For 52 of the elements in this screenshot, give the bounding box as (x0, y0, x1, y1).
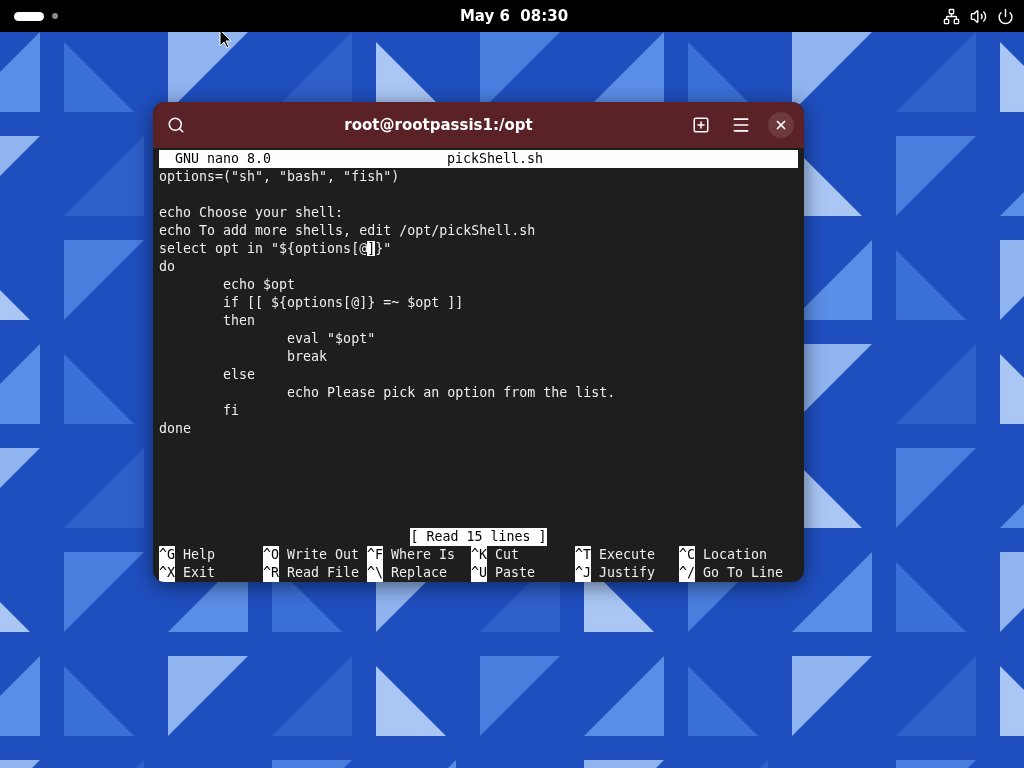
code-line: echo To add more shells, edit /opt/pickShell.sh (159, 223, 536, 238)
clock[interactable]: May 6 08:30 (459, 7, 569, 25)
shortcut-label: Write Out (287, 546, 360, 564)
code-line: echo $opt (222, 277, 296, 292)
shortcut-label: Go To Line (703, 564, 784, 582)
shortcut-key: ^\ (367, 564, 383, 582)
menu-icon (731, 115, 751, 135)
text-cursor: ] (367, 241, 376, 256)
status-message: [ Read 15 lines ] (410, 528, 547, 546)
search-icon (167, 116, 185, 134)
code-line: echo Please pick an option from the list. (286, 385, 616, 400)
code-line: options=("sh", "bash", "fish") (159, 169, 400, 184)
window-title: root@rootpassis1:/opt (343, 116, 534, 134)
close-icon (774, 118, 788, 132)
shortcut-key: ^O (263, 546, 279, 564)
close-button[interactable] (768, 112, 794, 138)
code-line: else (222, 367, 256, 382)
shortcut-key: ^F (367, 546, 383, 564)
shortcut-label: Cut (495, 546, 520, 564)
code-line: fi (222, 403, 240, 418)
shortcut-label: Read File (287, 564, 360, 582)
shortcut-label: Justify (599, 564, 656, 582)
shortcut-label: Help (183, 546, 216, 564)
code-line: do (159, 259, 175, 274)
shortcut-label: Location (703, 546, 768, 564)
code-line: done (159, 421, 192, 436)
plus-icon (692, 116, 710, 134)
network-icon[interactable] (943, 7, 960, 25)
shortcut-label: Where Is (391, 546, 456, 564)
power-icon[interactable] (997, 7, 1014, 25)
shortcut-key: ^G (159, 546, 175, 564)
code-line: if [[ ${options[@]} =~ $opt ]] (222, 295, 464, 310)
shortcut-key: ^U (471, 564, 487, 582)
shortcut-key: ^C (679, 546, 695, 564)
file-name: pickShell.sh (447, 150, 544, 168)
shortcut-key: ^X (159, 564, 175, 582)
shortcut-key: ^T (575, 546, 591, 564)
shortcut-label: Paste (495, 564, 536, 582)
shortcut-label: Execute (599, 546, 656, 564)
shortcut-label: Replace (391, 564, 448, 582)
code-line: echo Choose your shell: (159, 205, 344, 220)
shortcut-key: ^/ (679, 564, 695, 582)
code-line: then (222, 313, 256, 328)
shortcut-key: ^K (471, 546, 487, 564)
shortcut-label: Exit (183, 564, 216, 582)
shortcut-key: ^R (263, 564, 279, 582)
nano-version: GNU nano 8.0 (174, 150, 273, 168)
code-line: eval "$opt" (286, 331, 376, 346)
code-line: break (286, 349, 328, 364)
volume-icon[interactable] (970, 7, 987, 25)
code-line: select opt in "${options[@]}" (159, 241, 392, 256)
shortcut-key: ^J (575, 564, 591, 582)
